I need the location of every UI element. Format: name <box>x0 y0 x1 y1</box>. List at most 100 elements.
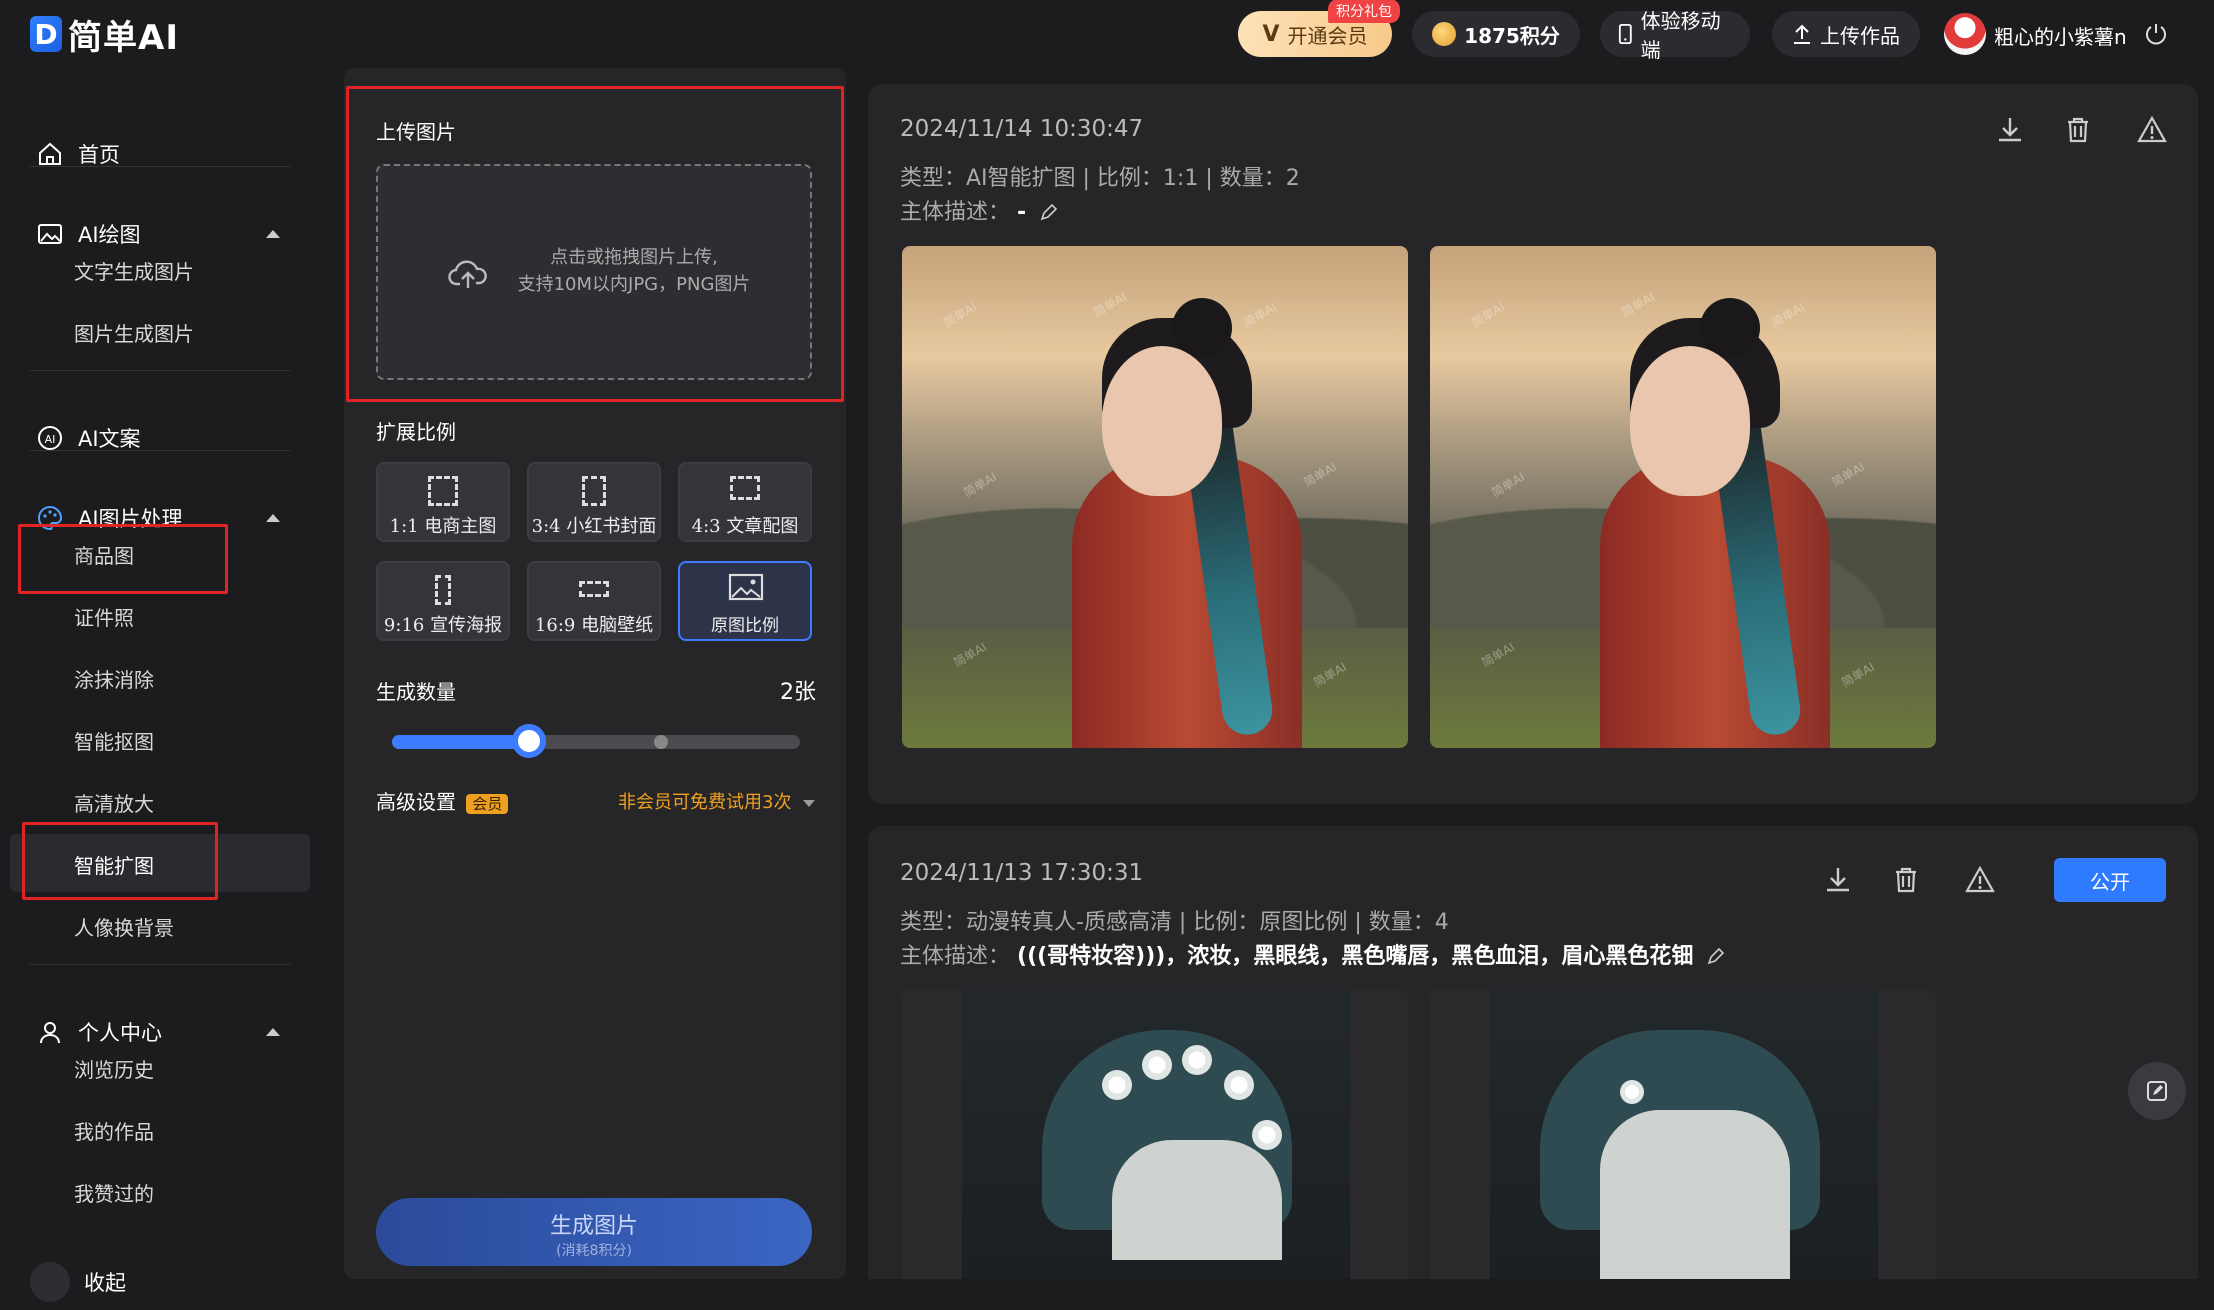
ai-copy-icon: AI <box>38 426 62 450</box>
power-icon[interactable] <box>2144 22 2168 46</box>
figure-head <box>1630 346 1750 496</box>
warning-icon[interactable] <box>2136 114 2168 146</box>
ratio-4-3-button[interactable]: 4:3 文章配图 <box>678 462 812 542</box>
divider <box>30 370 290 371</box>
edit-icon[interactable] <box>1039 203 1058 222</box>
vip-badge: 会员 <box>466 794 509 814</box>
result-card: 2024/11/13 17:30:31 类型：动漫转真人-质感高清 | 比例：原… <box>868 826 2198 1279</box>
count-slider-step[interactable] <box>654 735 668 749</box>
upload-work-label: 上传作品 <box>1820 23 1900 48</box>
image-icon <box>38 224 62 244</box>
public-button[interactable]: 公开 <box>2054 858 2166 902</box>
collapse-label: 收起 <box>84 1271 126 1295</box>
flower-ornament <box>1224 1070 1254 1100</box>
watermark: 简单AI <box>1241 299 1280 330</box>
result-image[interactable]: 简单AI 简单AI 简单AI 简单AI 简单AI 简单AI 简单AI <box>1430 246 1936 748</box>
sidebar-item-personal[interactable]: 个人中心 <box>0 1004 310 1060</box>
ratio-1-1-button[interactable]: 1:1 电商主图 <box>376 462 510 542</box>
generate-button[interactable]: 生成图片 (消耗8积分) <box>376 1198 812 1266</box>
sidebar-item-label: AI文案 <box>78 427 141 451</box>
sidebar-sub-id-photo[interactable]: 证件照 <box>74 602 134 631</box>
download-icon[interactable] <box>1822 864 1854 896</box>
sidebar-item-home[interactable]: 首页 <box>0 126 310 182</box>
points-label: 1875积分 <box>1464 23 1560 48</box>
count-value: 2张 <box>780 680 816 705</box>
watermark: 简单AI <box>941 299 980 330</box>
download-icon[interactable] <box>1994 114 2026 146</box>
flower-ornament <box>1620 1080 1644 1104</box>
upload-dropzone[interactable]: 点击或拖拽图片上传, 支持10M以内JPG，PNG图片 <box>376 164 812 380</box>
divider <box>30 450 290 451</box>
result-image[interactable] <box>1430 990 1936 1279</box>
trash-icon[interactable] <box>2062 114 2094 146</box>
sidebar-sub-history[interactable]: 浏览历史 <box>74 1054 154 1083</box>
portrait-backdrop <box>1490 990 1878 1279</box>
result-image[interactable]: 简单AI 简单AI 简单AI 简单AI 简单AI 简单AI 简单AI <box>902 246 1408 748</box>
sidebar-item-ai-copy[interactable]: AI AI文案 <box>0 410 310 466</box>
edit-icon[interactable] <box>1706 947 1725 966</box>
sidebar-item-label: 个人中心 <box>78 1021 162 1045</box>
sidebar-sub-erase[interactable]: 涂抹消除 <box>74 664 154 693</box>
avatar[interactable] <box>1944 13 1986 55</box>
advanced-trial-note[interactable]: 非会员可免费试用3次 <box>618 788 816 814</box>
caret-up-icon[interactable] <box>266 514 280 522</box>
sidebar-sub-image-to-image[interactable]: 图片生成图片 <box>74 318 194 347</box>
collapse-icon <box>30 1262 70 1302</box>
flower-ornament <box>1252 1120 1282 1150</box>
upload-work-button[interactable]: 上传作品 <box>1772 11 1920 57</box>
upload-hint-line-1: 点击或拖拽图片上传, <box>550 247 718 268</box>
sidebar-item-ai-draw[interactable]: AI绘图 <box>0 206 310 262</box>
sidebar-sub-product[interactable]: 商品图 <box>74 540 134 569</box>
ratio-3-4-button[interactable]: 3:4 小红书封面 <box>527 462 661 542</box>
vip-button[interactable]: V 开通会员 积分礼包 <box>1238 0 1400 57</box>
logo-mark: D <box>30 16 62 52</box>
ratio-label: 4:3 文章配图 <box>691 516 799 537</box>
ratio-label: 3:4 小红书封面 <box>531 516 657 537</box>
sidebar-sub-my-works[interactable]: 我的作品 <box>74 1116 154 1145</box>
ratio-16-9-button[interactable]: 16:9 电脑壁纸 <box>527 561 661 641</box>
ratio-label: 1:1 电商主图 <box>389 516 497 537</box>
portrait-backdrop <box>962 990 1350 1279</box>
watermark: 简单AI <box>1311 659 1350 690</box>
sidebar-sub-upscale[interactable]: 高清放大 <box>74 788 154 817</box>
svg-text:AI: AI <box>45 433 56 446</box>
result-timestamp: 2024/11/13 17:30:31 <box>900 860 1144 886</box>
portrait-ratio-icon <box>582 476 606 506</box>
collapse-button[interactable]: 收起 <box>0 1254 310 1310</box>
caret-up-icon[interactable] <box>266 1028 280 1036</box>
top-bar: D 简单AI V 开通会员 积分礼包 1875积分 体验移动端 上传作品 粗心的… <box>0 0 2214 68</box>
count-slider-handle[interactable] <box>512 724 546 758</box>
result-desc: 主体描述： - <box>900 194 1058 226</box>
sidebar-sub-liked[interactable]: 我赞过的 <box>74 1178 154 1207</box>
username[interactable]: 粗心的小紫薯n <box>1994 21 2127 50</box>
trash-icon[interactable] <box>1890 864 1922 896</box>
divider <box>30 166 290 167</box>
mobile-button[interactable]: 体验移动端 <box>1600 9 1750 62</box>
result-image-scene: 简单AI 简单AI 简单AI 简单AI 简单AI 简单AI 简单AI <box>902 246 1408 748</box>
sidebar-item-label: 首页 <box>78 143 120 167</box>
user-icon <box>40 1022 60 1044</box>
watermark: 简单AI <box>1839 659 1878 690</box>
desc-label: 主体描述： <box>900 200 1011 225</box>
square-ratio-icon <box>428 476 458 506</box>
watermark: 简单AI <box>951 639 990 670</box>
result-image[interactable] <box>902 990 1408 1279</box>
logo[interactable]: D 简单AI <box>30 14 179 58</box>
sidebar-sub-text-to-image[interactable]: 文字生成图片 <box>74 256 194 285</box>
ratio-label: 9:16 宣传海报 <box>383 615 503 636</box>
ratio-title: 扩展比例 <box>376 420 456 444</box>
sidebar: 首页 AI绘图 文字生成图片 图片生成图片 AI AI文案 AI图片处理 商品图… <box>0 68 328 1302</box>
sidebar-sub-cutout[interactable]: 智能抠图 <box>74 726 154 755</box>
advanced-label: 高级设置 <box>376 790 456 814</box>
floating-edit-button[interactable] <box>2128 1062 2186 1120</box>
warning-icon[interactable] <box>1964 864 1996 896</box>
ratio-9-16-button[interactable]: 9:16 宣传海报 <box>376 561 510 641</box>
figure-head <box>1102 346 1222 496</box>
points-button[interactable]: 1875积分 <box>1412 11 1580 57</box>
sidebar-sub-portrait-bg[interactable]: 人像换背景 <box>74 912 174 941</box>
upload-hint-line-2: 支持10M以内JPG，PNG图片 <box>517 274 751 295</box>
logo-text: 简单AI <box>68 17 179 58</box>
caret-up-icon[interactable] <box>266 230 280 238</box>
ratio-original-button[interactable]: 原图比例 <box>678 561 812 641</box>
advanced-settings[interactable]: 高级设置 会员 <box>376 786 509 815</box>
